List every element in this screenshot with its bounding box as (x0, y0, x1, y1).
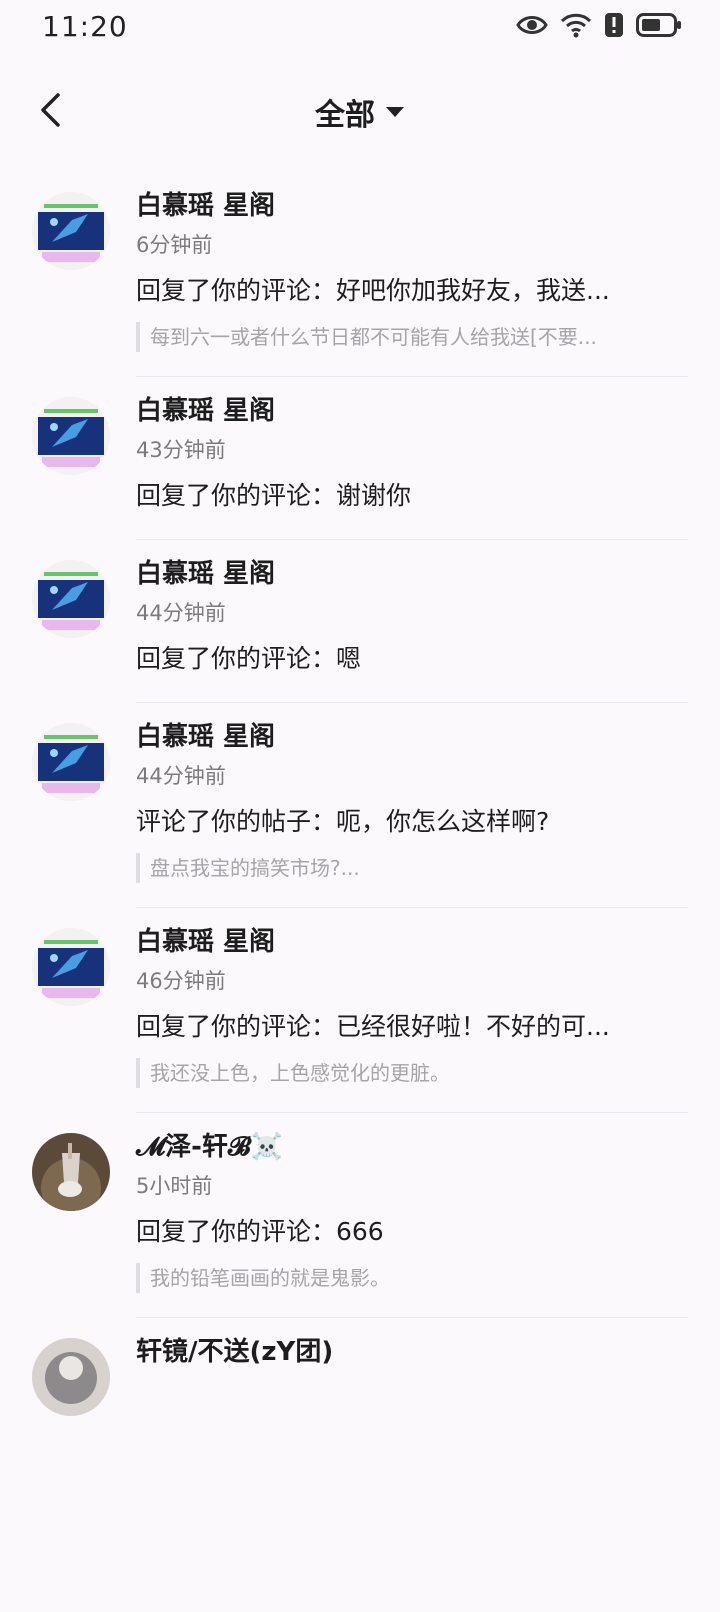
quoted-comment[interactable]: 我还没上色，上色感觉化的更脏。 (136, 1058, 688, 1088)
filter-label: 全部 (315, 98, 375, 133)
notification-item[interactable]: 白慕瑶 星阁 43分钟前 回复了你的评论：谢谢你 (0, 377, 720, 540)
filter-dropdown[interactable]: 全部 (295, 90, 425, 134)
status-icons (516, 12, 682, 38)
back-button[interactable] (30, 90, 70, 134)
photo-avatar[interactable] (32, 1133, 110, 1211)
caret-down-icon (385, 103, 405, 122)
wifi-icon (560, 12, 592, 38)
alert-icon (604, 12, 624, 38)
galaxy-avatar[interactable] (32, 397, 110, 475)
navigation-bar: 全部 (0, 80, 720, 144)
galaxy-avatar[interactable] (32, 928, 110, 1006)
notification-item[interactable]: 白慕瑶 星阁 44分钟前 评论了你的帖子：呃，你怎么这样啊? 盘点我宝的搞笑市场… (0, 703, 720, 908)
notification-message[interactable]: 回复了你的评论：666 (136, 1213, 688, 1251)
galaxy-avatar[interactable] (32, 192, 110, 270)
quoted-comment[interactable]: 我的铅笔画画的就是鬼影。 (136, 1263, 688, 1293)
notification-message[interactable]: 回复了你的评论：好吧你加我好友，我送... (136, 272, 688, 310)
notification-item[interactable]: 白慕瑶 星阁 44分钟前 回复了你的评论：嗯 (0, 540, 720, 703)
timestamp: 44分钟前 (136, 601, 226, 625)
chevron-left-icon (38, 92, 62, 132)
user-name[interactable]: 𝓜泽-轩𝓑☠️ (136, 1129, 688, 1165)
timestamp: 44分钟前 (136, 764, 226, 788)
user-name[interactable]: 轩镜/不送(zY团) (136, 1334, 688, 1370)
timestamp: 43分钟前 (136, 438, 226, 462)
photo-avatar[interactable] (32, 1338, 110, 1416)
timestamp: 6分钟前 (136, 233, 213, 257)
notification-item[interactable]: 白慕瑶 星阁 6分钟前 回复了你的评论：好吧你加我好友，我送... 每到六一或者… (0, 172, 720, 377)
notification-item[interactable]: 𝓜泽-轩𝓑☠️ 5小时前 回复了你的评论：666 我的铅笔画画的就是鬼影。 (0, 1113, 720, 1318)
battery-icon (636, 13, 682, 37)
status-bar: 11:20 (0, 0, 720, 56)
notification-item[interactable]: 轩镜/不送(zY团) (0, 1318, 720, 1416)
quoted-comment[interactable]: 每到六一或者什么节日都不可能有人给我送[不要... (136, 322, 688, 352)
user-name[interactable]: 白慕瑶 星阁 (136, 719, 688, 755)
notification-message[interactable]: 回复了你的评论：已经很好啦！不好的可... (136, 1008, 688, 1046)
notification-item[interactable]: 白慕瑶 星阁 46分钟前 回复了你的评论：已经很好啦！不好的可... 我还没上色… (0, 908, 720, 1113)
quoted-post[interactable]: 盘点我宝的搞笑市场?... (136, 853, 688, 883)
notification-message[interactable]: 回复了你的评论：嗯 (136, 640, 688, 678)
notification-message[interactable]: 回复了你的评论：谢谢你 (136, 477, 688, 515)
galaxy-avatar[interactable] (32, 560, 110, 638)
galaxy-avatar[interactable] (32, 723, 110, 801)
notification-message[interactable]: 评论了你的帖子：呃，你怎么这样啊? (136, 803, 688, 841)
user-name[interactable]: 白慕瑶 星阁 (136, 188, 688, 224)
timestamp: 46分钟前 (136, 969, 226, 993)
user-name[interactable]: 白慕瑶 星阁 (136, 393, 688, 429)
user-name[interactable]: 白慕瑶 星阁 (136, 924, 688, 960)
notification-list: 白慕瑶 星阁 6分钟前 回复了你的评论：好吧你加我好友，我送... 每到六一或者… (0, 172, 720, 1416)
timestamp: 5小时前 (136, 1174, 213, 1198)
status-time: 11:20 (42, 10, 128, 43)
user-name[interactable]: 白慕瑶 星阁 (136, 556, 688, 592)
eye-icon (516, 14, 548, 36)
